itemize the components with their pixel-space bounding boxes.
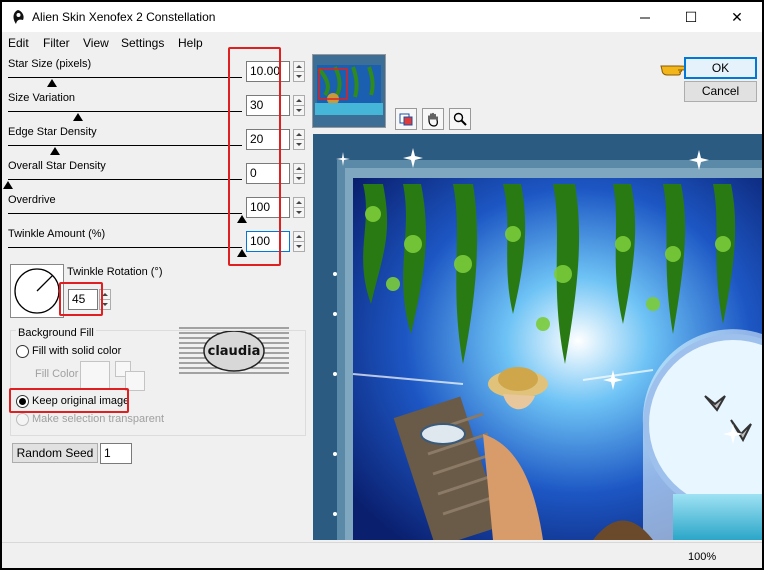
maximize-button[interactable]: ☐ (668, 2, 714, 32)
radio-fill-solid[interactable] (16, 345, 29, 358)
random-seed-button[interactable]: Random Seed (12, 443, 98, 463)
navigator-thumbnail[interactable] (312, 54, 386, 128)
fill-color-label: Fill Color (35, 368, 79, 380)
cancel-button[interactable]: Cancel (684, 81, 757, 102)
make-transparent-label: Make selection transparent (32, 413, 165, 425)
zoom-tool-button[interactable] (449, 108, 471, 130)
rotation-dial[interactable] (10, 264, 64, 318)
window-title: Alien Skin Xenofex 2 Constellation (32, 10, 216, 24)
random-seed-input[interactable]: 1 (100, 443, 132, 464)
slider-spinner[interactable] (293, 95, 305, 116)
slider-label: Star Size (pixels) (8, 58, 92, 70)
highlight-values-box (228, 47, 281, 266)
highlight-keep-original-box (9, 388, 129, 413)
menu-view[interactable]: View (83, 36, 109, 50)
close-button[interactable]: ✕ (714, 2, 760, 32)
menu-settings[interactable]: Settings (121, 36, 164, 50)
slider-track[interactable] (8, 145, 242, 146)
slider-label: Overall Star Density (8, 160, 106, 172)
menu-edit[interactable]: Edit (8, 36, 29, 50)
minimize-button[interactable] (622, 2, 668, 32)
ok-button[interactable]: OK (684, 57, 757, 79)
hand-icon (428, 112, 438, 127)
slider-spinner[interactable] (293, 129, 305, 150)
slider-thumb[interactable] (73, 113, 84, 121)
slider-spinner[interactable] (293, 231, 305, 252)
highlight-rotation-box (59, 282, 103, 316)
constellation-dialog: Alien Skin Xenofex 2 Constellation ☐ ✕ E… (2, 2, 762, 568)
slider-thumb[interactable] (47, 79, 58, 87)
menu-help[interactable]: Help (178, 36, 203, 50)
compare-button[interactable] (395, 108, 417, 130)
slider-track[interactable] (8, 111, 242, 112)
slider-track[interactable] (8, 247, 242, 248)
slider-spinner[interactable] (293, 163, 305, 184)
slider-track[interactable] (8, 179, 242, 180)
menu-bar: Edit Filter View Settings Help (2, 32, 762, 54)
preview-image (313, 134, 762, 540)
title-bar: Alien Skin Xenofex 2 Constellation ☐ ✕ (2, 2, 762, 32)
hand-tool-button[interactable] (422, 108, 444, 130)
compare-icon (399, 113, 413, 126)
slider-thumb[interactable] (49, 147, 60, 155)
status-bar: 100% (2, 542, 762, 568)
menu-filter[interactable]: Filter (43, 36, 70, 50)
slider-spinner[interactable] (293, 197, 305, 218)
slider-label: Edge Star Density (8, 126, 97, 138)
zoom-level: 100% (688, 551, 717, 563)
radio-make-transparent (16, 413, 29, 426)
rotation-dial-graphic (14, 268, 60, 314)
magnifier-icon (453, 112, 467, 126)
twinkle-rotation-label: Twinkle Rotation (°) (67, 266, 163, 278)
background-fill-title: Background Fill (16, 327, 96, 339)
slider-label: Size Variation (8, 92, 76, 104)
slider-label: Twinkle Amount (%) (8, 228, 106, 240)
fill-solid-label[interactable]: Fill with solid color (32, 345, 121, 357)
slider-thumb[interactable] (3, 181, 13, 189)
fill-color-swatch[interactable] (80, 361, 110, 389)
slider-track[interactable] (8, 213, 242, 214)
minimize-icon (640, 17, 650, 19)
slider-track[interactable] (8, 77, 242, 78)
preview-canvas[interactable] (313, 134, 762, 540)
slider-spinner[interactable] (293, 61, 305, 82)
slider-label: Overdrive (8, 194, 56, 206)
alien-skin-logo-icon (13, 10, 24, 24)
navigator-preview-image (313, 55, 385, 127)
